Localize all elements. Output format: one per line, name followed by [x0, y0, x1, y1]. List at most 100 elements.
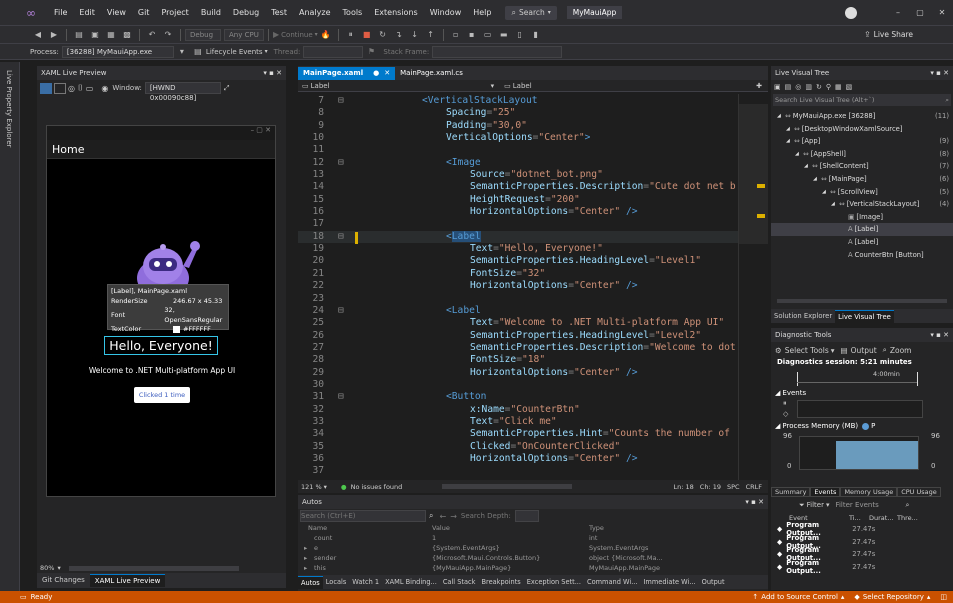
event-row[interactable]: ◆ Program Output... 27.47s — [771, 559, 953, 575]
tab-autos[interactable]: Autos — [298, 575, 323, 589]
tree-item[interactable]: ◢ ⇔ MyMauiApp.exe [36288] (11) — [771, 110, 953, 123]
counter-button[interactable]: Clicked 1 time — [134, 387, 190, 403]
split-icon[interactable]: ✚ — [756, 82, 762, 90]
menu-item-window[interactable]: Window — [424, 8, 468, 17]
tab-solution-explorer[interactable]: Solution Explorer — [771, 310, 835, 323]
tree-item[interactable]: ▣ [Image] — [771, 211, 953, 224]
whitespace-mode[interactable]: SPC — [727, 483, 740, 491]
zoom-dropdown[interactable]: 80% — [40, 564, 54, 572]
tree-expand-icon[interactable]: ◢ — [786, 135, 794, 148]
zoom-level[interactable]: 121 % — [301, 483, 322, 491]
filter-button[interactable]: Filter — [807, 501, 824, 509]
focus-icon[interactable]: ◎ — [795, 83, 801, 91]
collapse-icon[interactable]: ◢ — [775, 422, 780, 430]
menu-item-debug[interactable]: Debug — [227, 8, 265, 17]
tree-item[interactable]: ◢ ⇔ [MainPage] (6) — [771, 173, 953, 186]
toolbar-icon[interactable]: ▮ — [530, 30, 542, 40]
window-dropdown[interactable]: [HWND 0x00090c88] — [144, 82, 221, 102]
table-row[interactable]: ▸ sender {Microsoft.Maui.Controls.Button} o… — [298, 553, 768, 563]
rulers-icon[interactable]: ⌷ — [78, 83, 83, 93]
nav-right-dropdown[interactable]: Label — [513, 82, 713, 90]
tab-watch-1[interactable]: Watch 1 — [349, 576, 382, 589]
search-box[interactable]: ⌕ Search ▾ — [505, 5, 557, 20]
tree-item[interactable]: ◢ ⇔ [App] (9) — [771, 135, 953, 148]
select-element-icon[interactable]: ▣ — [774, 83, 781, 91]
avatar[interactable] — [845, 6, 857, 19]
process-dropdown[interactable]: [36288] MyMauiApp.exe — [61, 45, 174, 58]
autos-search-input[interactable] — [300, 510, 426, 522]
hot-reload-icon[interactable]: 🔥 — [320, 30, 332, 40]
tree-item[interactable]: ◢ ⇔ [DesktopWindowXamlSource] — [771, 123, 953, 136]
tree-item[interactable]: A CounterBtn [Button] — [771, 249, 953, 262]
panel-options-icon[interactable]: ▾ ▪ ✕ — [263, 66, 282, 80]
expand-icon[interactable]: ▸ — [298, 564, 314, 572]
menu-item-analyze[interactable]: Analyze — [293, 8, 337, 17]
continue-button[interactable]: Continue — [281, 31, 312, 39]
menu-item-file[interactable]: File — [48, 8, 73, 17]
adorner-icon[interactable]: ▤ — [785, 83, 792, 91]
live-share-button[interactable]: Live Share — [874, 30, 913, 39]
continue-icon[interactable]: ▶ — [273, 30, 279, 39]
memory-chart[interactable]: 96 96 0 0 — [781, 432, 953, 472]
select-tools-button[interactable]: Select Tools — [785, 346, 829, 355]
expand-icon[interactable]: ▸ — [298, 544, 314, 552]
lifecycle-icon[interactable]: ▤ — [192, 47, 204, 57]
tab-output[interactable]: Output — [699, 576, 728, 589]
menu-item-project[interactable]: Project — [155, 8, 194, 17]
restart-icon[interactable]: ↻ — [377, 30, 389, 40]
back-icon[interactable]: ◀ — [32, 30, 44, 40]
add-to-source-control-button[interactable]: Add to Source Control — [761, 593, 838, 601]
editor-hscroll[interactable] — [442, 484, 573, 489]
toolbar-icon[interactable]: ▫ — [450, 30, 462, 40]
column-header[interactable]: Durat... — [869, 514, 897, 522]
expand-all-icon[interactable]: ▦ — [835, 83, 842, 91]
overlay-icon[interactable]: ▭ — [86, 84, 94, 93]
tree-search-input[interactable]: Search Live Visual Tree (Alt+`) — [775, 96, 945, 104]
toolbar-icon[interactable]: ▭ — [482, 30, 494, 40]
gear-icon[interactable]: ⚙ — [775, 346, 782, 355]
undo-icon[interactable]: ↶ — [146, 30, 158, 40]
tree-item[interactable]: ◢ ⇔ [ScrollView] (5) — [771, 186, 953, 199]
layout-icon[interactable]: ▥ — [805, 83, 812, 91]
editor-tab[interactable]: MainPage.xaml.cs — [395, 67, 468, 80]
nav-left-dropdown[interactable]: Label — [311, 82, 491, 90]
menu-item-help[interactable]: Help — [467, 8, 497, 17]
panel-options-icon[interactable]: ▾ ▪ ✕ — [930, 328, 949, 342]
tab-call-stack[interactable]: Call Stack — [440, 576, 479, 589]
panel-options-icon[interactable]: ▾ ▪ ✕ — [745, 495, 764, 509]
tree-expand-icon[interactable]: ◢ — [831, 198, 839, 211]
tab-command-wi-[interactable]: Command Wi... — [584, 576, 640, 589]
minimap[interactable] — [738, 94, 768, 480]
tree-expand-icon[interactable]: ◢ — [786, 123, 794, 136]
select-repository-button[interactable]: Select Repository — [863, 593, 924, 601]
redo-icon[interactable]: ↷ — [162, 30, 174, 40]
tree-item[interactable]: ◢ ⇔ [VerticalStackLayout] (4) — [771, 198, 953, 211]
menu-item-build[interactable]: Build — [195, 8, 227, 17]
menu-item-edit[interactable]: Edit — [73, 8, 101, 17]
menu-item-git[interactable]: Git — [132, 8, 156, 17]
tab-locals[interactable]: Locals — [323, 576, 350, 589]
events-track[interactable]: ⏸ ◇ — [783, 398, 953, 420]
table-row[interactable]: count 1 int — [298, 533, 768, 543]
forward-icon[interactable]: → — [450, 512, 457, 521]
tab-exception-sett-[interactable]: Exception Sett... — [524, 576, 584, 589]
column-header[interactable]: Value — [432, 524, 589, 532]
open-folder-icon[interactable]: ▣ — [89, 30, 101, 40]
stack-frame-dropdown[interactable] — [432, 45, 563, 58]
column-header[interactable]: Type — [589, 524, 739, 532]
filter-icon[interactable]: ⏷ — [799, 501, 805, 510]
output-icon[interactable]: ▤ — [841, 346, 848, 355]
pin-icon[interactable]: ● — [373, 67, 379, 80]
tree-item[interactable]: ◢ ⇔ [AppShell] (8) — [771, 148, 953, 161]
filter-icon[interactable]: ▾ — [176, 47, 188, 57]
collapse-icon[interactable]: ◢ — [775, 389, 780, 397]
thread-dropdown[interactable] — [303, 45, 364, 58]
save-all-icon[interactable]: ▩ — [121, 30, 133, 40]
tree-expand-icon[interactable]: ◢ — [777, 110, 785, 123]
tab-immediate-wi-[interactable]: Immediate Wi... — [640, 576, 698, 589]
expand-icon[interactable]: ⤢ — [224, 84, 230, 93]
forward-icon[interactable]: ▶ — [48, 30, 60, 40]
hello-label[interactable]: Hello, Everyone! — [104, 336, 218, 355]
search-icon[interactable]: ⌕ — [429, 511, 433, 521]
issues-label[interactable]: No issues found — [351, 483, 403, 491]
